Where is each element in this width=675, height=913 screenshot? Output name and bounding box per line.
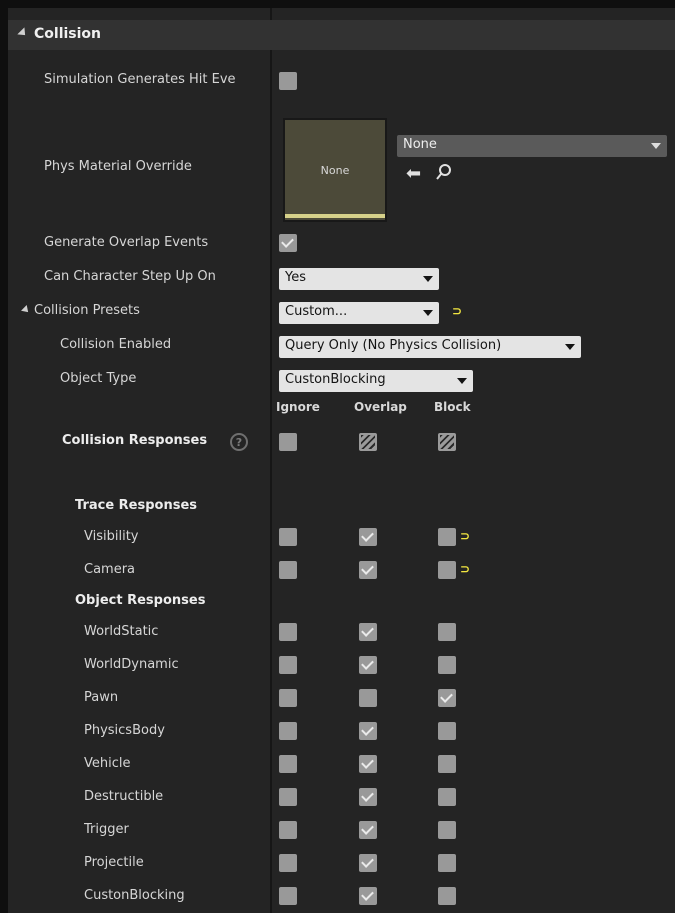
column-divider[interactable] (270, 8, 272, 913)
step-up-value: Yes (285, 270, 306, 285)
block-checkbox[interactable] (438, 656, 456, 674)
response-label: Projectile (84, 855, 144, 870)
object-type-dropdown[interactable]: CustonBlocking (279, 370, 473, 392)
response-label: WorldStatic (84, 624, 159, 639)
presets-expand-icon[interactable] (21, 305, 31, 315)
column-block: Block (434, 400, 471, 414)
response-label: CustonBlocking (84, 888, 185, 903)
chevron-down-icon (651, 143, 661, 149)
presets-value: Custom... (285, 304, 348, 319)
overlap-events-checkbox[interactable] (279, 234, 297, 252)
ignore-checkbox[interactable] (279, 788, 297, 806)
block-checkbox[interactable] (438, 887, 456, 905)
material-selected-value: None (403, 137, 437, 152)
step-up-label: Can Character Step Up On (44, 269, 216, 284)
ignore-checkbox[interactable] (279, 821, 297, 839)
object-type-label: Object Type (60, 371, 137, 386)
overlap-all-checkbox[interactable] (359, 433, 377, 451)
block-checkbox[interactable] (438, 722, 456, 740)
ignore-checkbox[interactable] (279, 689, 297, 707)
collision-enabled-dropdown[interactable]: Query Only (No Physics Collision) (279, 336, 581, 358)
sim-hit-label: Simulation Generates Hit Eve (44, 72, 236, 87)
ignore-checkbox[interactable] (279, 854, 297, 872)
response-label: PhysicsBody (84, 723, 165, 738)
overlap-checkbox[interactable] (359, 656, 377, 674)
block-all-checkbox[interactable] (438, 433, 456, 451)
block-checkbox[interactable] (438, 854, 456, 872)
chevron-down-icon (457, 378, 467, 384)
ignore-checkbox[interactable] (279, 887, 297, 905)
help-icon[interactable]: ? (230, 433, 248, 451)
column-overlap: Overlap (354, 400, 407, 414)
object-type-value: CustonBlocking (285, 372, 386, 387)
block-checkbox[interactable] (438, 755, 456, 773)
ignore-checkbox[interactable] (279, 755, 297, 773)
presets-dropdown[interactable]: Custom... (279, 302, 439, 324)
response-label: Vehicle (84, 756, 131, 771)
ignore-checkbox[interactable] (279, 561, 297, 579)
block-checkbox[interactable] (438, 561, 456, 579)
overlap-events-label: Generate Overlap Events (44, 235, 209, 250)
ignore-checkbox[interactable] (279, 656, 297, 674)
overlap-checkbox[interactable] (359, 528, 377, 546)
collision-responses-label: Collision Responses (62, 433, 208, 448)
details-panel: Collision Simulation Generates Hit Eve P… (8, 8, 675, 913)
chevron-down-icon (423, 310, 433, 316)
thumbnail-text: None (320, 164, 350, 177)
response-label: Camera (84, 562, 136, 577)
response-label: Pawn (84, 690, 119, 705)
ignore-checkbox[interactable] (279, 722, 297, 740)
block-checkbox[interactable] (438, 689, 456, 707)
overlap-checkbox[interactable] (359, 887, 377, 905)
overlap-checkbox[interactable] (359, 623, 377, 641)
ignore-checkbox[interactable] (279, 528, 297, 546)
collision-section-header[interactable]: Collision (8, 20, 675, 50)
reset-to-default-icon[interactable]: ⊃ (452, 304, 462, 318)
ignore-all-checkbox[interactable] (279, 433, 297, 451)
collision-enabled-value: Query Only (No Physics Collision) (285, 338, 502, 353)
chevron-down-icon (423, 276, 433, 282)
trace-responses-heading: Trace Responses (75, 498, 198, 513)
material-asset-dropdown[interactable]: None (397, 135, 667, 157)
thumbnail-bar (285, 214, 385, 218)
material-thumbnail[interactable]: None (283, 118, 387, 222)
reset-to-default-icon[interactable]: ⊃ (460, 529, 470, 543)
overlap-checkbox[interactable] (359, 561, 377, 579)
overlap-checkbox[interactable] (359, 854, 377, 872)
ignore-checkbox[interactable] (279, 623, 297, 641)
overlap-checkbox[interactable] (359, 821, 377, 839)
overlap-checkbox[interactable] (359, 755, 377, 773)
reset-to-default-icon[interactable]: ⊃ (460, 562, 470, 576)
step-up-dropdown[interactable]: Yes (279, 268, 439, 290)
collapse-arrow-icon[interactable] (17, 27, 29, 39)
phys-material-label: Phys Material Override (44, 159, 192, 174)
response-label: Trigger (84, 822, 129, 837)
overlap-checkbox[interactable] (359, 722, 377, 740)
block-checkbox[interactable] (438, 821, 456, 839)
block-checkbox[interactable] (438, 528, 456, 546)
arrow-left-icon[interactable]: ⬅ (406, 163, 421, 184)
overlap-checkbox[interactable] (359, 788, 377, 806)
section-title: Collision (34, 26, 102, 42)
overlap-checkbox[interactable] (359, 689, 377, 707)
column-ignore: Ignore (276, 400, 320, 414)
response-label: Visibility (84, 529, 139, 544)
presets-label: Collision Presets (34, 303, 140, 318)
response-label: Destructible (84, 789, 164, 804)
response-label: WorldDynamic (84, 657, 179, 672)
object-responses-heading: Object Responses (75, 593, 206, 608)
sim-hit-checkbox[interactable] (279, 72, 297, 90)
block-checkbox[interactable] (438, 623, 456, 641)
block-checkbox[interactable] (438, 788, 456, 806)
chevron-down-icon (565, 344, 575, 350)
collision-enabled-label: Collision Enabled (60, 337, 172, 352)
search-icon[interactable] (435, 163, 453, 186)
